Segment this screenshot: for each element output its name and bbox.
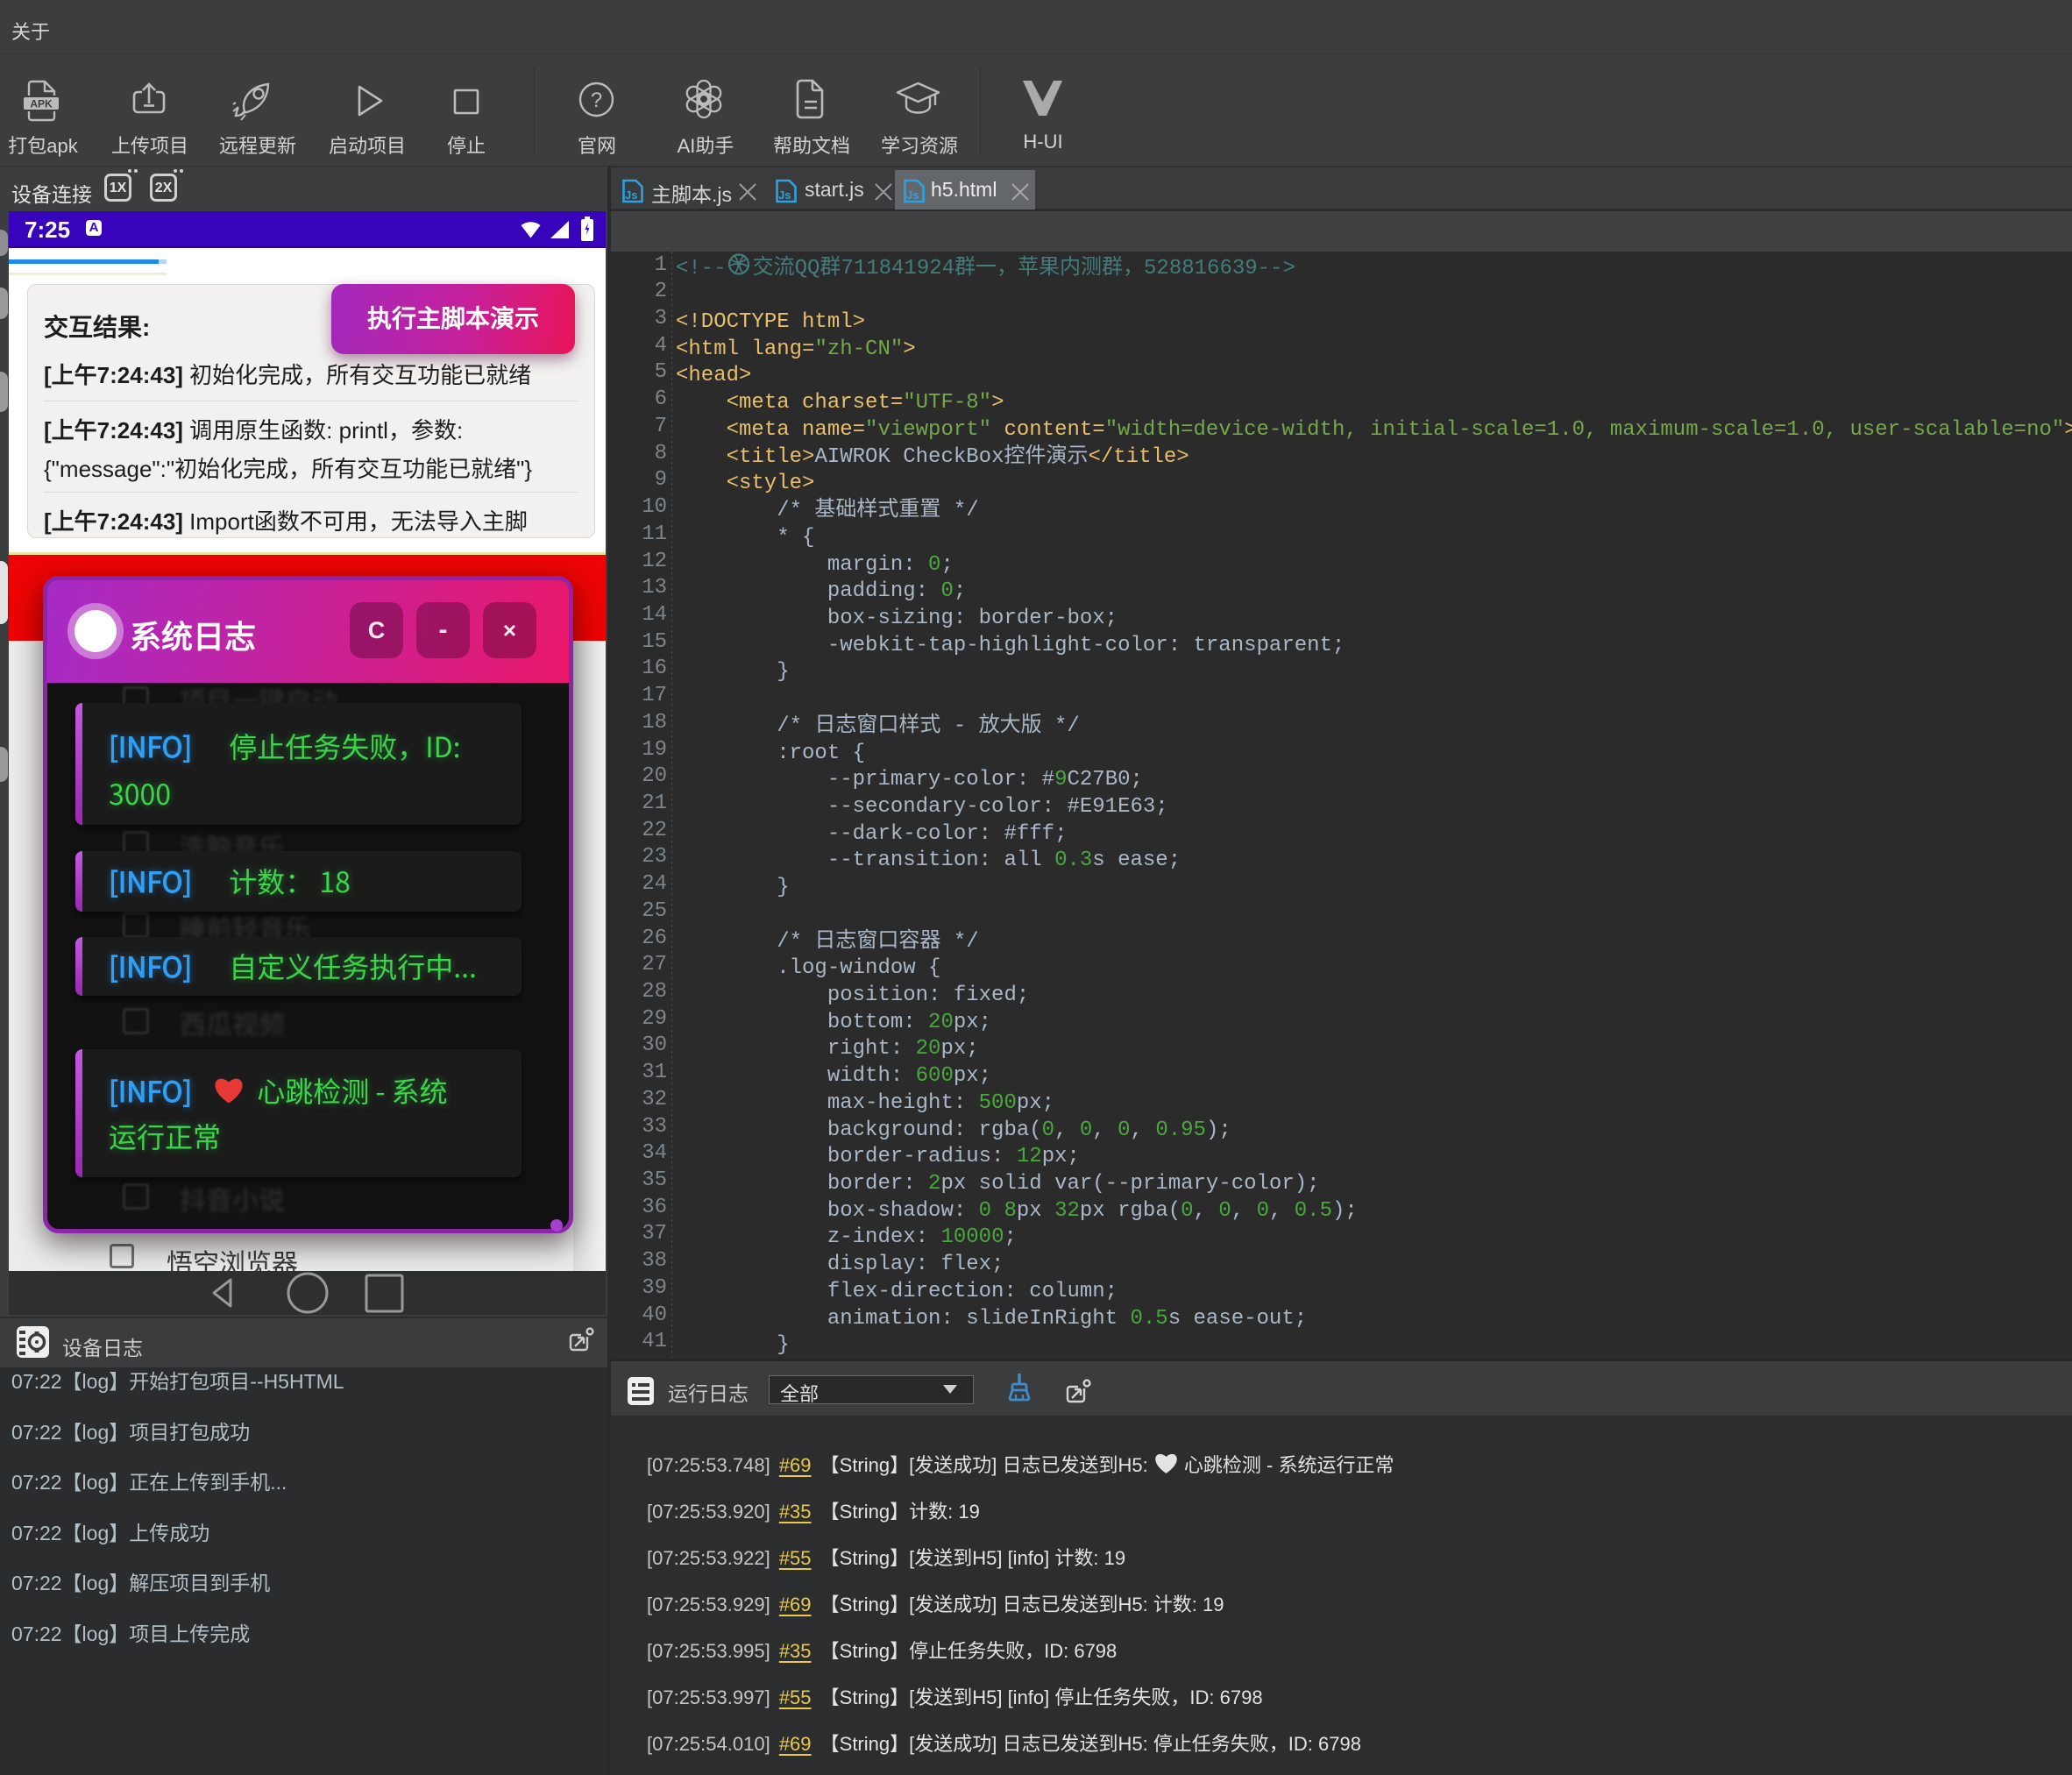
svg-text:APK: APK xyxy=(30,98,53,110)
svg-text:Js: Js xyxy=(906,188,919,202)
svg-text:?: ? xyxy=(591,89,602,112)
svg-text:Js: Js xyxy=(778,188,791,202)
svg-text:Js: Js xyxy=(625,188,637,202)
